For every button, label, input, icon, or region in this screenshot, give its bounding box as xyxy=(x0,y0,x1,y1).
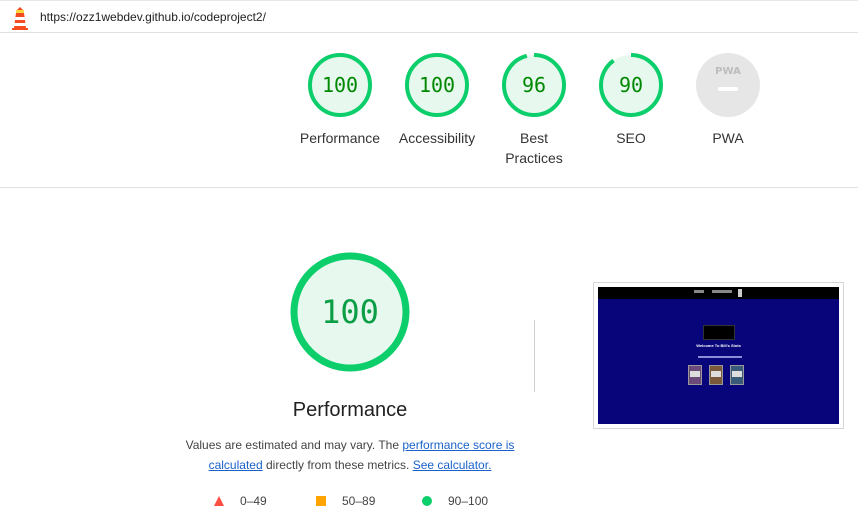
screenshot-frame: Welcome To Bill's Slots xyxy=(598,287,839,424)
score-scale-legend: 0–49 50–89 90–100 xyxy=(214,493,514,509)
legend-range: 90–100 xyxy=(448,494,489,508)
thumb-slot-machine xyxy=(709,365,723,385)
performance-title: Performance xyxy=(292,399,408,421)
thumb-slot-machine xyxy=(688,365,702,385)
performance-score: 100 xyxy=(321,293,379,331)
gauge-score xyxy=(695,52,761,118)
thumb-nav-link xyxy=(712,290,732,293)
gauge-performance[interactable]: 100 Performance xyxy=(290,52,390,148)
legend-range: 50–89 xyxy=(342,494,376,508)
description-text: directly from these metrics. xyxy=(262,458,413,472)
gauge-accessibility[interactable]: 100 Accessibility xyxy=(387,52,487,148)
gauge-score: 96 xyxy=(521,73,547,97)
red-triangle-icon xyxy=(214,496,224,506)
lighthouse-icon xyxy=(12,7,28,30)
gauge-label: PWA xyxy=(712,130,744,146)
thumb-heading: Welcome To Bill's Slots xyxy=(696,343,741,348)
legend-range: 0–49 xyxy=(240,494,267,508)
performance-description: Values are estimated and may vary. The p… xyxy=(170,435,530,475)
vertical-separator xyxy=(534,320,535,392)
description-text: Values are estimated and may vary. The xyxy=(185,438,403,452)
gauge-best-practices[interactable]: 96 Best Practices xyxy=(484,52,584,168)
green-circle-icon xyxy=(422,496,432,506)
thumb-logo-box xyxy=(703,325,735,340)
report-header: https://ozz1webdev.github.io/codeproject… xyxy=(0,0,858,33)
gauge-label: Best Practices xyxy=(505,130,563,166)
gauge-label: SEO xyxy=(616,130,646,146)
section-divider xyxy=(0,187,858,188)
gauge-label: Accessibility xyxy=(398,130,476,146)
performance-gauge: 100 xyxy=(290,252,410,372)
see-calculator-link[interactable]: See calculator. xyxy=(413,458,492,472)
page-url[interactable]: https://ozz1webdev.github.io/codeproject… xyxy=(40,10,266,24)
gauge-score: 90 xyxy=(618,73,644,97)
thumb-slot-machine xyxy=(730,365,744,385)
thumb-navbar xyxy=(598,287,839,299)
gauge-seo[interactable]: 90 SEO xyxy=(581,52,681,148)
gauge-score: 100 xyxy=(321,73,359,97)
final-screenshot[interactable]: Welcome To Bill's Slots xyxy=(593,282,844,429)
gauge-score: 100 xyxy=(418,73,456,97)
performance-section: 100 Performance Values are estimated and… xyxy=(170,252,530,475)
thumb-nav-button xyxy=(738,289,742,297)
gauge-label: Performance xyxy=(299,130,381,146)
orange-square-icon xyxy=(316,496,326,506)
gauge-pwa[interactable]: PWA PWA xyxy=(678,52,778,148)
thumb-nav-link xyxy=(694,290,704,293)
category-gauges: 100 Performance 100 Accessibility 96 Bes… xyxy=(0,52,858,172)
thumb-subtitle xyxy=(698,356,742,358)
